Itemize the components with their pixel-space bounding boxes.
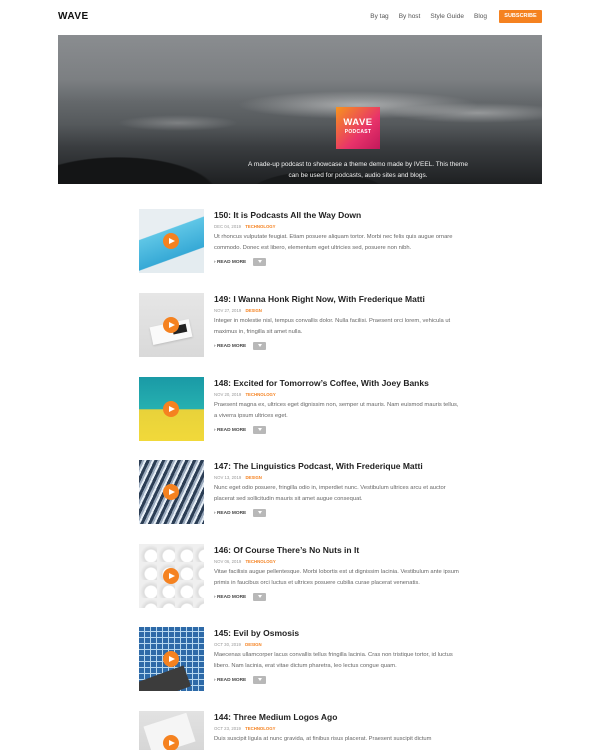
episode-category[interactable]: DESIGN <box>245 308 261 313</box>
site-logo[interactable]: WAVE <box>58 11 89 22</box>
download-icon[interactable] <box>253 258 266 266</box>
podcast-logo-badge: WAVE PODCAST <box>336 107 380 149</box>
nav-by-tag[interactable]: By tag <box>370 13 388 20</box>
episode-date: NOV 20, 2019 <box>214 392 242 397</box>
episode-meta: DEC 04, 2019 TECHNOLOGY <box>214 224 276 229</box>
play-icon[interactable] <box>163 401 179 417</box>
episode-meta: NOV 20, 2019 TECHNOLOGY <box>214 392 276 397</box>
episode-description: Praesent magna ex, ultrices eget digniss… <box>214 402 459 419</box>
episode-description: Integer in molestie nisl, tempus convall… <box>214 318 451 335</box>
read-more-label: READ MORE <box>216 344 247 349</box>
episode-item: 148: Excited for Tomorrow’s Coffee, With… <box>139 377 461 443</box>
read-more-link[interactable]: › READ MORE <box>214 595 246 600</box>
episode-date: OCT 30, 2019 <box>214 642 241 647</box>
badge-title: WAVE <box>343 117 373 128</box>
episode-title[interactable]: 149: I Wanna Honk Right Now, With Freder… <box>214 294 425 304</box>
hero-description: A made-up podcast to showcase a theme de… <box>248 161 468 179</box>
episode-thumbnail[interactable] <box>139 209 204 273</box>
episode-category[interactable]: DESIGN <box>245 642 261 647</box>
episode-thumbnail[interactable] <box>139 377 204 441</box>
nav-style-guide[interactable]: Style Guide <box>430 13 464 20</box>
episode-thumbnail[interactable] <box>139 627 204 691</box>
episode-date: NOV 27, 2019 <box>214 308 242 313</box>
read-more-label: READ MORE <box>216 595 247 600</box>
nav-by-host[interactable]: By host <box>399 13 421 20</box>
download-icon[interactable] <box>253 426 266 434</box>
episode-title[interactable]: 148: Excited for Tomorrow’s Coffee, With… <box>214 378 429 388</box>
episode-description: Ut rhoncus vulputate feugiat. Etiam posu… <box>214 234 453 251</box>
main-nav: By tag By host Style Guide Blog <box>370 13 487 20</box>
hero-banner: WAVE PODCAST A made-up podcast to showca… <box>58 35 542 184</box>
episode-description: Nunc eget odio posuere, fringilla odio i… <box>214 485 446 502</box>
episode-title[interactable]: 146: Of Course There’s No Nuts in It <box>214 545 359 555</box>
episode-category[interactable]: DESIGN <box>245 475 261 480</box>
play-icon[interactable] <box>163 735 179 750</box>
episode-title[interactable]: 147: The Linguistics Podcast, With Frede… <box>214 461 423 471</box>
play-icon[interactable] <box>163 568 179 584</box>
episode-item: 145: Evil by Osmosis OCT 30, 2019 DESIGN… <box>139 627 461 693</box>
read-more-label: READ MORE <box>216 260 247 265</box>
episode-title[interactable]: 145: Evil by Osmosis <box>214 628 299 638</box>
episode-meta: OCT 23, 2019 TECHNOLOGY <box>214 726 275 731</box>
episode-title[interactable]: 150: It is Podcasts All the Way Down <box>214 210 361 220</box>
episode-category[interactable]: TECHNOLOGY <box>245 392 275 397</box>
read-more-label: READ MORE <box>216 511 247 516</box>
download-icon[interactable] <box>253 342 266 350</box>
play-icon[interactable] <box>163 317 179 333</box>
play-icon[interactable] <box>163 651 179 667</box>
episode-meta: OCT 30, 2019 DESIGN <box>214 642 262 647</box>
episode-date: DEC 04, 2019 <box>214 224 241 229</box>
play-icon[interactable] <box>163 233 179 249</box>
episode-meta: NOV 06, 2019 TECHNOLOGY <box>214 559 276 564</box>
read-more-link[interactable]: › READ MORE <box>214 428 246 433</box>
read-more-link[interactable]: › READ MORE <box>214 511 246 516</box>
nav-blog[interactable]: Blog <box>474 13 487 20</box>
episode-date: NOV 06, 2019 <box>214 559 242 564</box>
read-more-label: READ MORE <box>216 678 247 683</box>
episode-description: Duis suscipit ligula at nunc gravida, at… <box>214 736 432 742</box>
subscribe-button[interactable]: SUBSCRIBE <box>499 10 542 23</box>
episode-thumbnail[interactable] <box>139 544 204 608</box>
episode-description: Maecenas ullamcorper lacus convallis tel… <box>214 652 453 669</box>
episode-thumbnail[interactable] <box>139 460 204 524</box>
episode-item: 149: I Wanna Honk Right Now, With Freder… <box>139 293 461 359</box>
episode-category[interactable]: TECHNOLOGY <box>245 224 275 229</box>
episode-category[interactable]: TECHNOLOGY <box>245 726 275 731</box>
episode-meta: NOV 27, 2019 DESIGN <box>214 308 262 313</box>
episode-category[interactable]: TECHNOLOGY <box>245 559 275 564</box>
download-icon[interactable] <box>253 509 266 517</box>
episode-item: 146: Of Course There’s No Nuts in It NOV… <box>139 544 461 610</box>
episode-title[interactable]: 144: Three Medium Logos Ago <box>214 712 337 722</box>
episode-thumbnail[interactable] <box>139 293 204 357</box>
read-more-label: READ MORE <box>216 428 247 433</box>
episode-item: 150: It is Podcasts All the Way Down DEC… <box>139 209 461 275</box>
episode-item: 144: Three Medium Logos Ago OCT 23, 2019… <box>139 711 461 750</box>
read-more-link[interactable]: › READ MORE <box>214 260 246 265</box>
episode-date: NOV 13, 2019 <box>214 475 242 480</box>
read-more-link[interactable]: › READ MORE <box>214 344 246 349</box>
site-header: WAVE By tag By host Style Guide Blog SUB… <box>0 0 600 34</box>
episode-date: OCT 23, 2019 <box>214 726 241 731</box>
episode-description: Vitae facilisis augue pellentesque. Morb… <box>214 569 459 586</box>
badge-subtitle: PODCAST <box>344 129 372 135</box>
download-icon[interactable] <box>253 676 266 684</box>
play-icon[interactable] <box>163 484 179 500</box>
read-more-link[interactable]: › READ MORE <box>214 678 246 683</box>
episode-meta: NOV 13, 2019 DESIGN <box>214 475 262 480</box>
episode-thumbnail[interactable] <box>139 711 204 750</box>
episode-item: 147: The Linguistics Podcast, With Frede… <box>139 460 461 526</box>
download-icon[interactable] <box>253 593 266 601</box>
